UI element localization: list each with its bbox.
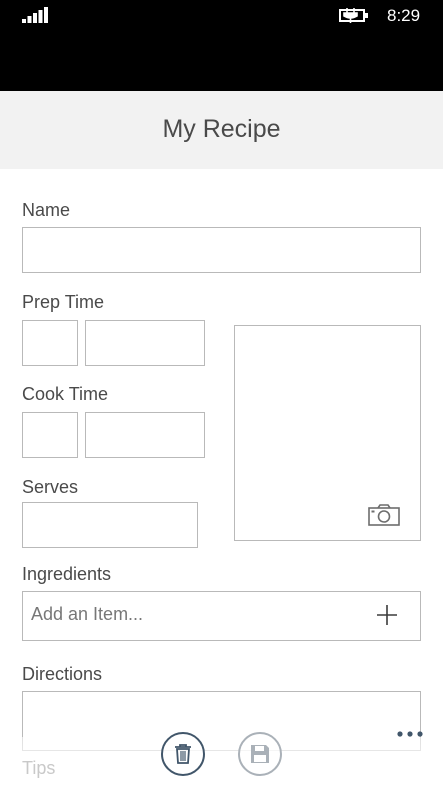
serves-field[interactable] (22, 502, 198, 548)
prep-time-label: Prep Time (22, 292, 105, 312)
status-bar: 8:29 (0, 0, 443, 91)
save-button[interactable] (238, 732, 282, 776)
plus-icon[interactable] (376, 604, 398, 626)
photo-placeholder[interactable] (234, 325, 421, 541)
cook-time-unit-field[interactable] (85, 412, 205, 458)
signal-bars-icon (22, 7, 48, 23)
serves-label: Serves (22, 477, 79, 497)
battery-charging-icon (339, 8, 368, 23)
prep-time-unit-field[interactable] (85, 320, 205, 366)
save-icon (251, 745, 269, 763)
more-dots-icon[interactable] (396, 727, 424, 741)
ingredients-label: Ingredients (22, 564, 112, 584)
camera-icon[interactable] (368, 504, 400, 526)
tips-label: Tips (22, 758, 56, 778)
add-item-field[interactable]: Add an Item... (22, 591, 421, 641)
trash-icon (175, 744, 191, 764)
add-item-placeholder: Add an Item... (31, 604, 144, 624)
title-bar: My Recipe (0, 91, 443, 169)
name-label: Name (22, 200, 71, 220)
prep-time-value-field[interactable] (22, 320, 78, 366)
page-title: My Recipe (162, 115, 281, 143)
cook-time-label: Cook Time (22, 384, 109, 404)
cook-time-value-field[interactable] (22, 412, 78, 458)
name-field[interactable] (22, 227, 421, 273)
delete-button[interactable] (161, 732, 205, 776)
directions-label: Directions (22, 664, 103, 684)
app-bar (0, 737, 443, 788)
status-time: 8:29 (387, 6, 421, 25)
